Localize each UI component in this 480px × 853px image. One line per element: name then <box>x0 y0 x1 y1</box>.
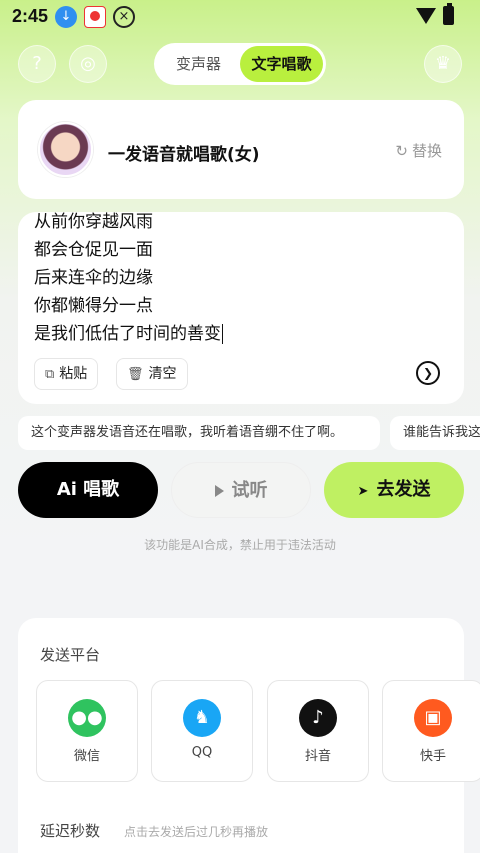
qq-icon: ♞ <box>183 699 221 737</box>
douyin-icon: ♪ <box>299 699 337 737</box>
delay-hint: 点击去发送后过几秒再播放 <box>124 825 269 839</box>
platform-wechat[interactable]: ●● 微信 <box>36 680 138 782</box>
tab-text-singing[interactable]: 文字唱歌 <box>240 46 323 82</box>
copy-icon: ⧉ <box>45 367 55 382</box>
status-bar: 2:45 ↓ × <box>0 0 480 34</box>
platform-card: 发送平台 ●● 微信 ♞ QQ ♪ 抖音 ▣ 快手 延迟秒数 点击去发送后过几秒… <box>18 618 480 853</box>
close-circle-icon: × <box>113 6 135 28</box>
platform-douyin[interactable]: ♪ 抖音 <box>267 680 369 782</box>
clear-label: 清空 <box>148 366 177 382</box>
voice-avatar <box>38 122 93 177</box>
trash-icon: 🗑 <box>127 367 144 382</box>
voice-input-icon[interactable]: ❯ <box>416 361 440 385</box>
listen-label: 试听 <box>231 480 268 501</box>
paste-label: 粘贴 <box>59 366 88 382</box>
lyrics-line: 是我们低估了时间的善变 <box>34 324 221 344</box>
text-caret <box>222 324 223 344</box>
replace-label: 替换 <box>411 142 442 160</box>
lyrics-line: 你都懒得分一点 <box>34 296 153 316</box>
paste-button[interactable]: ⧉ 粘贴 <box>34 358 99 390</box>
platform-label: QQ <box>191 745 213 760</box>
platform-label: 抖音 <box>304 749 331 764</box>
suggestion-chip[interactable]: 谁能告诉我这 <box>390 416 480 450</box>
status-time: 2:45 <box>12 6 49 26</box>
platform-title: 发送平台 <box>40 646 101 664</box>
settings-button[interactable]: ◎ <box>69 45 107 83</box>
lyrics-input[interactable]: 从前你穿越风雨 都会仓促见一面 后来连伞的边缘 你都懒得分一点 是我们低估了时间… <box>18 212 464 404</box>
clear-button[interactable]: 🗑 清空 <box>116 358 188 390</box>
wifi-icon <box>416 8 436 24</box>
mode-switch: 变声器 文字唱歌 <box>154 43 326 85</box>
send-button[interactable]: ➤ 去发送 <box>324 462 464 518</box>
battery-icon <box>443 3 454 25</box>
lyrics-line: 都会仓促见一面 <box>34 240 153 260</box>
lyrics-text[interactable]: 从前你穿越风雨 都会仓促见一面 后来连伞的边缘 你都懒得分一点 是我们低估了时间… <box>34 212 223 348</box>
suggestion-chip[interactable]: 这个变声器发语音还在唱歌，我听着语音绷不住了啊。 <box>18 416 380 450</box>
kuaishou-icon: ▣ <box>414 699 452 737</box>
tab-voice-changer[interactable]: 变声器 <box>157 46 240 82</box>
platform-label: 快手 <box>419 749 446 764</box>
delay-title: 延迟秒数 <box>40 822 101 840</box>
app-notification-icon <box>84 6 106 28</box>
platform-qq[interactable]: ♞ QQ <box>151 680 253 782</box>
platform-list: ●● 微信 ♞ QQ ♪ 抖音 ▣ 快手 <box>36 680 480 782</box>
lyrics-line: 后来连伞的边缘 <box>34 268 153 288</box>
platform-label: 微信 <box>73 749 100 764</box>
help-icon: ? <box>32 53 42 74</box>
send-label: 去发送 <box>376 479 431 500</box>
listen-button[interactable]: 试听 <box>171 462 311 518</box>
crown-icon: ♛ <box>434 53 452 74</box>
send-icon: ➤ <box>357 484 369 499</box>
disclaimer-text: 该功能是AI合成，禁止用于违法活动 <box>144 538 336 552</box>
gear-icon: ◎ <box>80 53 96 74</box>
replace-voice-button[interactable]: ↻ 替换 <box>395 140 442 161</box>
voice-card: 一发语音就唱歌(女) ↻ 替换 <box>18 100 464 199</box>
refresh-icon: ↻ <box>395 142 408 160</box>
vip-button[interactable]: ♛ <box>424 45 462 83</box>
ai-sing-button[interactable]: Ai 唱歌 <box>18 462 158 518</box>
help-button[interactable]: ? <box>18 45 56 83</box>
voice-name: 一发语音就唱歌(女) <box>108 145 260 165</box>
play-icon <box>214 485 224 497</box>
lyrics-line: 从前你穿越风雨 <box>34 212 153 232</box>
platform-kuaishou[interactable]: ▣ 快手 <box>382 680 480 782</box>
download-icon: ↓ <box>55 6 77 28</box>
wechat-icon: ●● <box>68 699 106 737</box>
